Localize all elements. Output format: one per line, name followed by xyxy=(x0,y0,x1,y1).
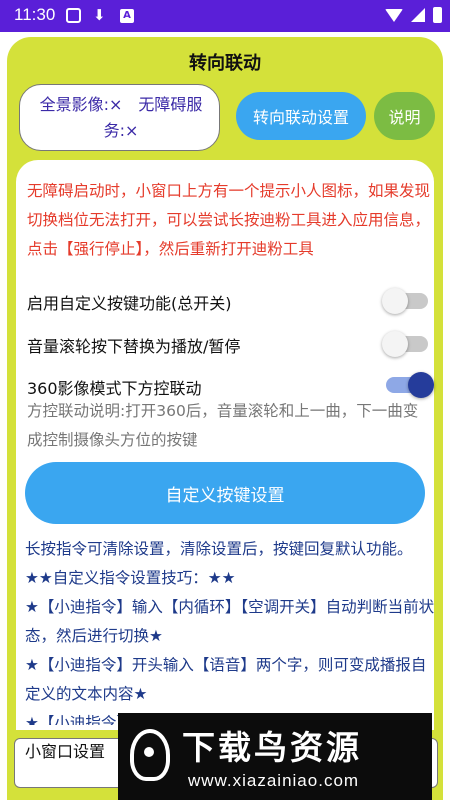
setting-label-volume-wheel: 音量滚轮按下替换为播放/暂停 xyxy=(27,337,241,356)
instruction-line: ★【小迪指令】输入【内循环】【空调开关】自动判断当前状态，然后进行切换★ xyxy=(25,598,435,645)
watermark-url: www.xiazainiao.com xyxy=(188,771,360,790)
toggle-knob xyxy=(382,331,408,357)
master-switch-toggle[interactable] xyxy=(382,288,428,314)
battery-icon xyxy=(433,7,442,23)
mini-window-settings-label: 小窗口设置 xyxy=(25,742,106,761)
bird-logo-icon xyxy=(130,729,170,781)
clock: 11:30 xyxy=(14,5,56,24)
360-link-toggle[interactable] xyxy=(386,372,434,398)
signal-icon xyxy=(411,8,425,22)
setting-label-master-switch: 启用自定义按键功能(总开关) xyxy=(27,294,232,313)
custom-key-settings-button[interactable]: 自定义按键设置 xyxy=(25,462,425,524)
warning-text: 无障碍启动时，小窗口上方有一个提示小人图标，如果发现切换档位无法打开，可以尝试长… xyxy=(27,182,431,258)
instruction-line: ★★自定义指令设置技巧：★★ xyxy=(25,569,236,587)
wifi-icon xyxy=(385,8,403,22)
steering-link-description: 方控联动说明:打开360后，音量滚轮和上一曲，下一曲变成控制摄像头方位的按键 xyxy=(27,402,419,449)
instructions-block: 长按指令可清除设置，清除设置后，按键回复默认功能。 ★★自定义指令设置技巧：★★… xyxy=(25,535,435,725)
notification-square-icon xyxy=(66,8,81,23)
steering-link-settings-button[interactable]: 转向联动设置 xyxy=(236,92,366,140)
status-bar: 11:30 ⬇ A xyxy=(0,0,450,32)
status-indicator-box: 全景影像:× 无障碍服务:× xyxy=(19,84,220,151)
status-text: 全景影像:× 无障碍服务:× xyxy=(39,95,203,140)
instruction-line: ★【小迪指令】开头输入【语音】两个字，则可变成播报自定义的文本内容★ xyxy=(25,656,427,703)
page-title: 转向联动 xyxy=(189,53,261,74)
app-badge-icon: A xyxy=(120,9,134,23)
volume-wheel-toggle[interactable] xyxy=(382,331,428,357)
watermark-banner: 下载鸟资源 www.xiazainiao.com xyxy=(118,713,432,800)
help-button[interactable]: 说明 xyxy=(374,92,435,140)
toggle-knob xyxy=(382,288,408,314)
watermark-title: 下载鸟资源 xyxy=(182,728,362,767)
download-icon: ⬇ xyxy=(93,6,106,24)
system-icons xyxy=(385,7,442,23)
instruction-line: 长按指令可清除设置，清除设置后，按键回复默认功能。 xyxy=(25,540,413,558)
setting-label-360-link: 360影像模式下方控联动 xyxy=(27,379,202,398)
toggle-knob xyxy=(408,372,434,398)
